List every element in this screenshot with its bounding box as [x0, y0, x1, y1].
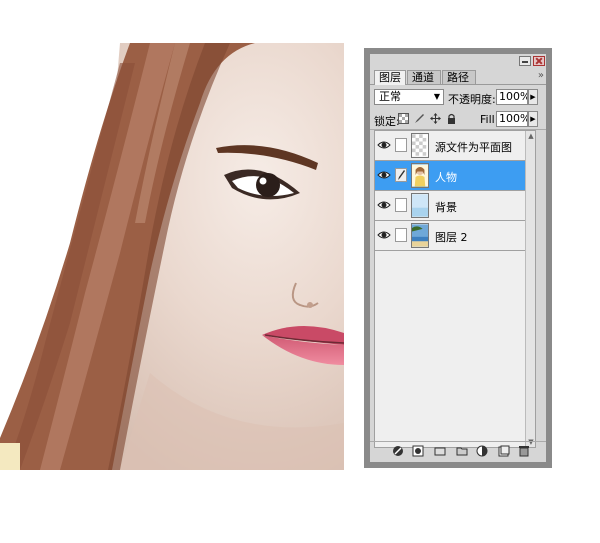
- eye-icon[interactable]: [377, 199, 391, 211]
- layer-link-cell[interactable]: [395, 228, 407, 242]
- layer-name: 图层 2: [435, 231, 468, 244]
- layer-thumbnail: [411, 163, 429, 188]
- layers-panel-body: 图层 通道 路径 » 正常 ▼ 不透明度: 100% ▶ 锁定: Fill: 1…: [370, 54, 546, 462]
- blend-mode-select[interactable]: 正常 ▼: [374, 89, 444, 105]
- iris: [256, 173, 280, 197]
- lock-image-pixels-icon[interactable]: [414, 113, 425, 124]
- scroll-up-icon[interactable]: ▲: [526, 131, 535, 141]
- opacity-label: 不透明度:: [448, 93, 496, 106]
- dropdown-arrow-icon: ▼: [433, 92, 440, 101]
- layer-link-cell[interactable]: [395, 138, 407, 152]
- lock-position-icon[interactable]: [430, 113, 441, 124]
- blend-row: 正常 ▼ 不透明度: 100% ▶: [370, 87, 546, 107]
- eye-icon[interactable]: [377, 139, 391, 151]
- shoulder-light: [0, 443, 20, 470]
- eye-icon[interactable]: [377, 229, 391, 241]
- eye-icon[interactable]: [377, 169, 391, 181]
- minimize-button[interactable]: [519, 56, 531, 66]
- tab-channels[interactable]: 通道: [407, 70, 441, 84]
- fill-field[interactable]: 100%: [496, 111, 528, 127]
- layer-name: 背景: [435, 201, 457, 214]
- layer-list: 源文件为平面图 人物 背景 图层 2 ▲ ▼: [374, 130, 536, 448]
- opacity-field[interactable]: 100%: [496, 89, 528, 105]
- nostril: [307, 302, 313, 308]
- delete-layer-icon[interactable]: [518, 445, 530, 457]
- scrollbar[interactable]: ▲ ▼: [525, 131, 535, 447]
- layer-thumbnail: [411, 193, 429, 218]
- add-mask-icon[interactable]: [434, 445, 446, 457]
- layer-name: 人物: [435, 171, 457, 184]
- new-group-icon[interactable]: [456, 445, 468, 457]
- lock-label: 锁定:: [374, 115, 400, 128]
- lock-transparent-pixels-icon[interactable]: [398, 113, 409, 124]
- opacity-stepper[interactable]: ▶: [528, 89, 538, 105]
- panel-menu-button[interactable]: »: [538, 70, 544, 81]
- lock-all-icon[interactable]: [446, 113, 457, 124]
- layer-row-layer-2[interactable]: 图层 2: [375, 221, 527, 251]
- fill-stepper[interactable]: ▶: [528, 111, 538, 127]
- tab-layers[interactable]: 图层: [374, 70, 406, 85]
- layer-name: 源文件为平面图: [435, 141, 512, 154]
- tab-bar: 图层 通道 路径 »: [370, 68, 546, 85]
- layers-panel: 图层 通道 路径 » 正常 ▼ 不透明度: 100% ▶ 锁定: Fill: 1…: [364, 48, 552, 468]
- layer-row-figure[interactable]: 人物: [375, 161, 527, 191]
- adjustment-layer-icon[interactable]: [476, 445, 488, 457]
- layer-thumbnail: [411, 133, 429, 158]
- layer-row-background[interactable]: 背景: [375, 191, 527, 221]
- layer-thumbnail: [411, 223, 429, 248]
- bottom-toolbar: [370, 441, 546, 460]
- new-layer-icon[interactable]: [498, 445, 510, 457]
- close-button[interactable]: [533, 56, 545, 66]
- eye-highlight: [259, 177, 267, 185]
- layer-row-source-note[interactable]: 源文件为平面图: [375, 131, 527, 161]
- lock-row: 锁定: Fill: 100% ▶: [370, 109, 546, 130]
- layer-link-cell[interactable]: [395, 198, 407, 212]
- brush-icon[interactable]: [395, 168, 407, 182]
- illustration-canvas: [0, 43, 344, 470]
- blend-mode-value: 正常: [379, 90, 401, 103]
- tab-paths[interactable]: 路径: [442, 70, 476, 84]
- add-style-icon[interactable]: [412, 445, 424, 457]
- link-layers-icon[interactable]: [392, 445, 404, 457]
